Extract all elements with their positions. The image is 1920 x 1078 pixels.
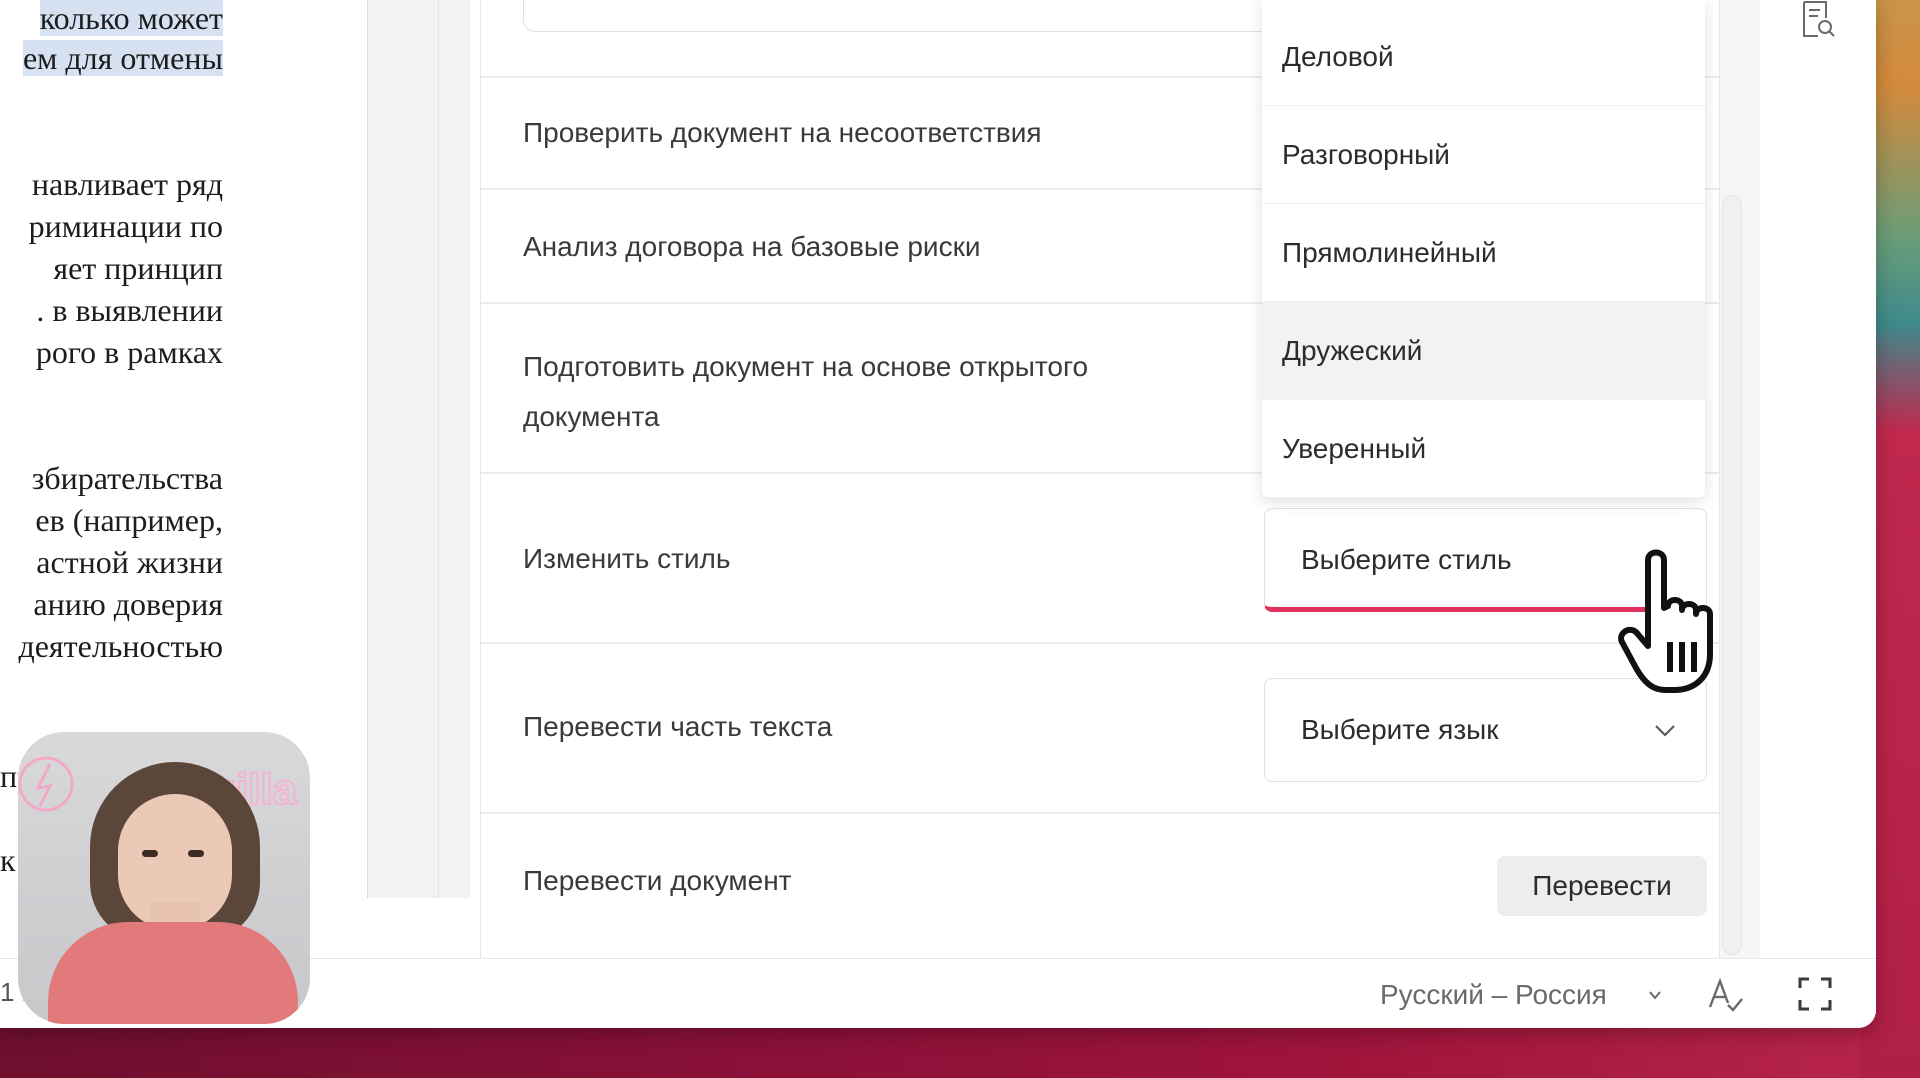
document-line: рого в рамках: [35, 334, 223, 370]
hand-cursor-icon: [1618, 549, 1713, 693]
row-label: Перевести часть текста: [523, 711, 833, 742]
document-line: навливает ряд: [31, 166, 223, 202]
chevron-down-icon[interactable]: [1648, 988, 1662, 1002]
document-text-highlighted: колько может: [39, 0, 223, 36]
document-line: астной жизни: [36, 544, 223, 580]
document-scrollbar[interactable]: [438, 0, 468, 898]
chevron-down-icon: [1655, 725, 1675, 737]
document-language-select[interactable]: Русский – Россия: [1380, 973, 1607, 1017]
document-line: к: [0, 842, 16, 878]
style-option-friendly[interactable]: Дружеский: [1262, 302, 1705, 400]
document-line: деятельностью: [18, 628, 223, 664]
document-text-highlighted: ем для отмены: [22, 40, 223, 76]
row-label: Анализ договора на базовые риски: [523, 231, 981, 262]
document-line: ем для отмены: [22, 40, 223, 77]
spellcheck-icon[interactable]: [1706, 975, 1746, 1015]
document-line: риминации по: [28, 208, 223, 244]
translate-button[interactable]: Перевести: [1497, 856, 1707, 916]
document-search-icon[interactable]: [1798, 0, 1838, 40]
style-option-straightforward[interactable]: Прямолинейный: [1262, 204, 1705, 302]
style-option-conversational[interactable]: Разговорный: [1262, 106, 1705, 204]
webcam-overlay: zilla: [18, 732, 310, 1024]
style-option-business[interactable]: Деловой: [1262, 8, 1705, 106]
document-line: . в выявлении: [36, 292, 223, 328]
person-eye: [188, 850, 204, 857]
row-label: Перевести документ: [523, 865, 792, 896]
document-line: колько может: [39, 0, 223, 37]
document-line: яет принцип: [53, 250, 223, 286]
action-row-translate-part: Перевести часть текста Выберите язык: [481, 642, 1721, 812]
style-select-placeholder: Выберите стиль: [1301, 544, 1512, 575]
document-line: збирательства: [31, 460, 223, 496]
row-label: Изменить стиль: [523, 543, 731, 574]
fullscreen-icon[interactable]: [1798, 977, 1832, 1011]
document-line: ев (например,: [35, 502, 223, 538]
row-label: Проверить документ на несоответствия: [523, 117, 1042, 148]
person-eye: [142, 850, 158, 857]
document-line: анию доверия: [33, 586, 223, 622]
style-option-confident[interactable]: Уверенный: [1262, 400, 1705, 498]
language-select-placeholder: Выберите язык: [1301, 714, 1499, 745]
person-sweater: [48, 922, 298, 1024]
row-label: Подготовить документ на основе открытого…: [523, 351, 1089, 432]
style-dropdown-menu: Деловой Разговорный Прямолинейный Дружес…: [1262, 0, 1705, 498]
